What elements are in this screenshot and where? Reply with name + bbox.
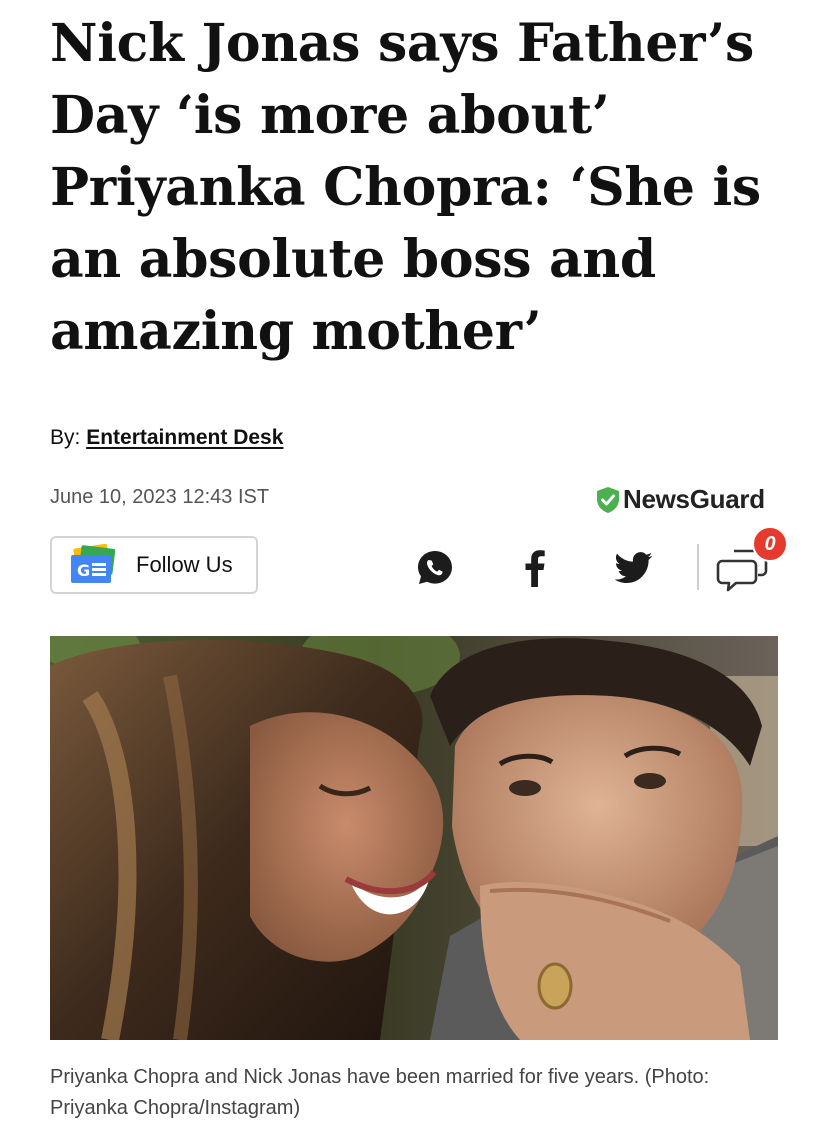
photo-caption: Priyanka Chopra and Nick Jonas have been… [50, 1066, 710, 1119]
publish-date: June 10, 2023 12:43 IST [50, 486, 270, 508]
google-news-icon: G [71, 544, 116, 583]
svg-text:G: G [77, 561, 90, 580]
facebook-share-button[interactable] [514, 548, 554, 588]
author-link[interactable]: Entertainment Desk [86, 426, 283, 449]
byline: By: Entertainment Desk [50, 426, 283, 450]
couple-selfie-image [50, 636, 778, 1040]
shield-check-icon [597, 486, 619, 513]
whatsapp-share-button[interactable] [415, 548, 455, 588]
whatsapp-icon [418, 551, 452, 584]
twitter-share-button[interactable] [614, 548, 654, 588]
newsguard-badge[interactable]: NewsGuard [596, 484, 765, 515]
article-photo [50, 636, 778, 1040]
twitter-icon [615, 552, 653, 584]
follow-us-button[interactable]: G Follow Us [50, 536, 258, 594]
follow-us-label: Follow Us [136, 552, 233, 577]
share-divider [697, 544, 699, 590]
article-headline: Nick Jonas says Father’s Day ‘is more ab… [50, 13, 761, 362]
byline-prefix: By: [50, 426, 81, 449]
comment-count-badge: 0 [752, 526, 788, 562]
facebook-icon [525, 550, 545, 587]
newsguard-label: NewsGuard [623, 484, 765, 514]
